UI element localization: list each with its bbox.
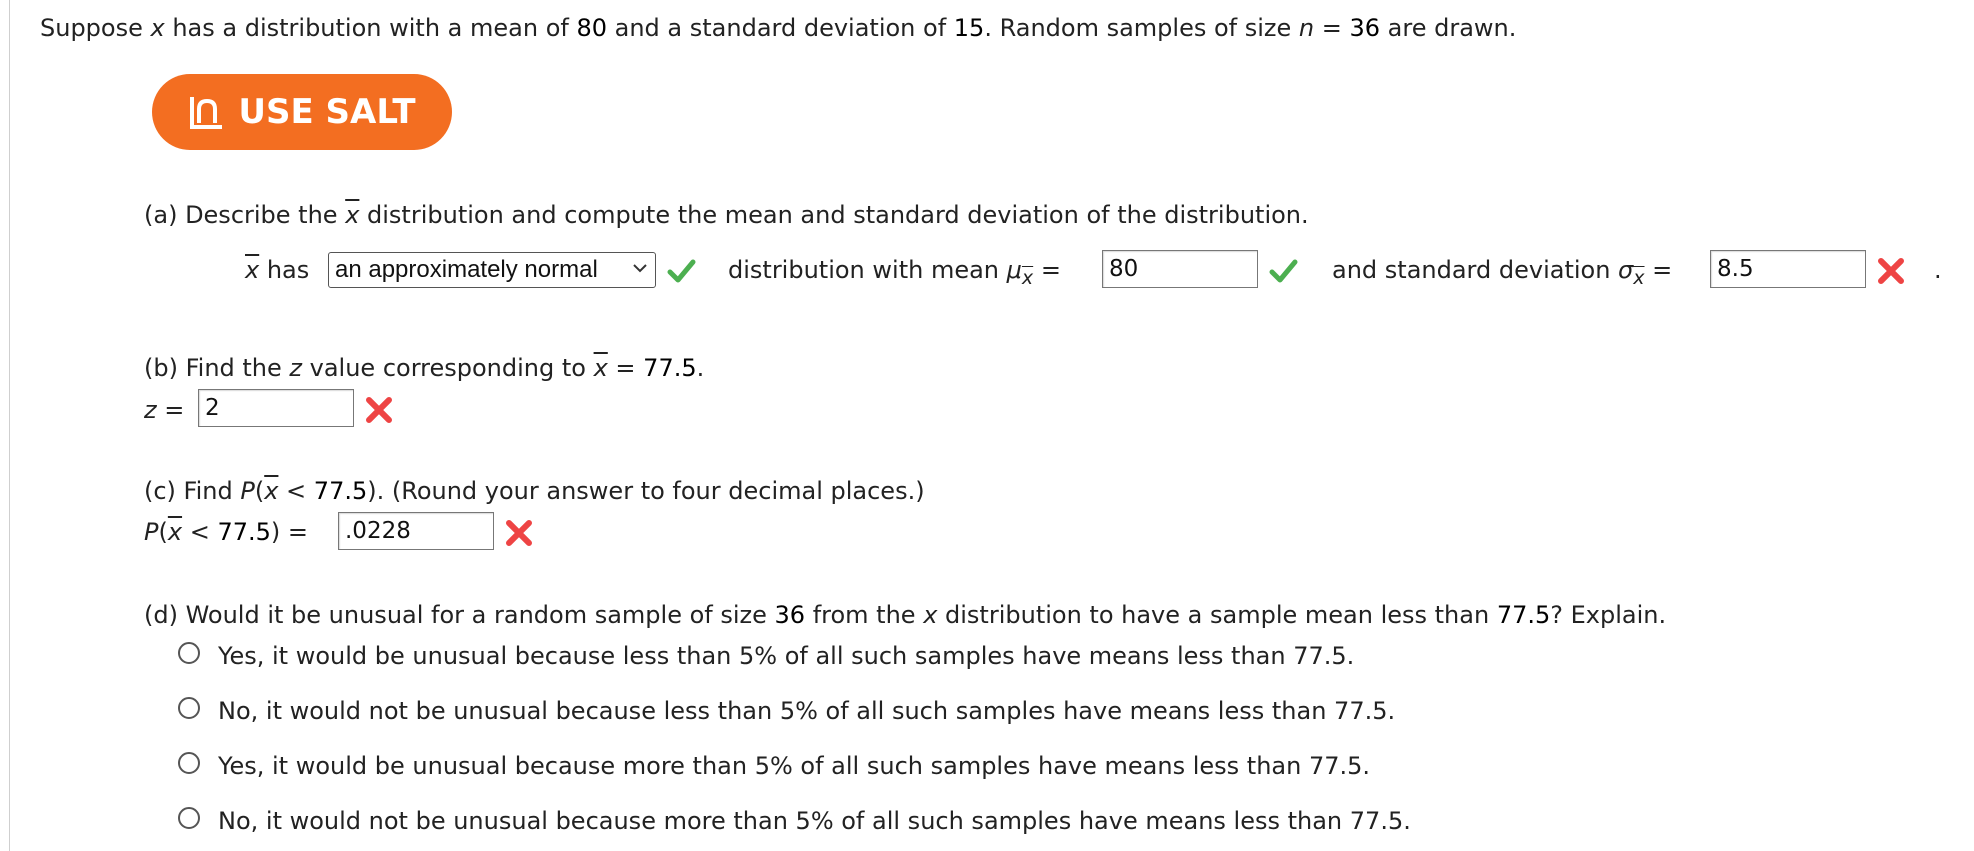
part-a-text: and standard deviation xyxy=(1332,256,1619,284)
part-c-prompt: (c) Find P(x < 77.5). (Round your answer… xyxy=(144,479,925,503)
equals-sign: = xyxy=(1652,256,1673,284)
part-d-value: 77.5 xyxy=(1496,601,1551,629)
given-mean: 80 xyxy=(576,14,607,42)
intro-text: has a distribution with a mean of xyxy=(164,14,577,42)
less-than: < xyxy=(182,518,218,546)
part-a-text: has xyxy=(259,256,310,284)
intro-text: are drawn. xyxy=(1380,14,1517,42)
xbar-symbol: x xyxy=(167,518,183,546)
cross-icon xyxy=(506,520,532,546)
part-d-text: distribution to have a sample mean less … xyxy=(937,601,1497,629)
sentence-period: . xyxy=(1934,256,1942,284)
part-d-n: 36 xyxy=(774,601,806,629)
part-a-text: distribution and compute the mean and st… xyxy=(359,201,1309,229)
z-label: z = xyxy=(144,398,184,422)
probability-input-value: .0228 xyxy=(345,518,411,544)
distribution-select-value: an approximately normal xyxy=(335,256,598,283)
part-a-prompt: (a) Describe the x distribution and comp… xyxy=(144,203,1309,227)
xbar-symbol: x xyxy=(264,477,279,505)
z-input[interactable]: 2 xyxy=(198,389,354,427)
use-salt-label: USE SALT xyxy=(238,92,416,132)
part-d-text: from the xyxy=(805,601,924,629)
radio-option-4[interactable] xyxy=(178,807,200,829)
part-c-text: ). (Round your answer to four decimal pl… xyxy=(367,477,925,505)
probability-label: P(x < 77.5) = xyxy=(144,520,308,544)
part-a-text: distribution with mean xyxy=(728,256,1007,284)
xbar-symbol: x xyxy=(593,354,608,382)
radio-option-2-label: No, it would not be unusual because less… xyxy=(218,697,1396,725)
z-input-value: 2 xyxy=(205,395,220,421)
mean-label: distribution with mean μx = xyxy=(728,258,1061,288)
part-d-text: (d) Would it be unusual for a random sam… xyxy=(144,601,775,629)
distribution-select[interactable]: an approximately normal xyxy=(328,252,656,288)
radio-option-1-label: Yes, it would be unusual because less th… xyxy=(218,642,1355,670)
part-c-value: 77.5 xyxy=(217,518,271,546)
cross-icon xyxy=(366,397,392,423)
part-b-text: (b) Find the xyxy=(144,354,290,382)
xbar-symbol: x xyxy=(345,201,360,229)
part-b-prompt: (b) Find the z value corresponding to x … xyxy=(144,356,704,380)
part-b-text: value corresponding to xyxy=(302,354,594,382)
given-sd: 15 xyxy=(953,14,985,42)
chevron-down-icon xyxy=(633,264,647,273)
paren: ( xyxy=(158,518,168,546)
z-symbol: z xyxy=(289,354,303,382)
xbar-symbol: x xyxy=(245,256,260,284)
part-a-row-label: x has xyxy=(245,258,309,282)
equals-sign: = xyxy=(1040,256,1061,284)
part-b-text: . xyxy=(696,354,705,382)
sd-label: and standard deviation σx = xyxy=(1332,258,1672,288)
p-symbol: P xyxy=(144,518,159,546)
xbar-subscript: x xyxy=(1021,267,1034,289)
intro-text: = xyxy=(1314,14,1350,42)
checkmark-icon xyxy=(1269,259,1298,283)
mean-input[interactable]: 80 xyxy=(1102,250,1258,288)
checkmark-icon xyxy=(667,259,696,283)
sd-input-value: 8.5 xyxy=(1717,256,1754,282)
equals-sign: = xyxy=(164,396,185,424)
part-b-text: = xyxy=(607,354,644,382)
part-c-text: (c) Find xyxy=(144,477,241,505)
part-d-prompt: (d) Would it be unusual for a random sam… xyxy=(144,603,1666,627)
intro-text: Suppose xyxy=(40,14,151,42)
radio-option-4-label: No, it would not be unusual because more… xyxy=(218,807,1411,835)
radio-option-1[interactable] xyxy=(178,642,200,664)
sigma-symbol: σ xyxy=(1618,256,1634,284)
part-c-value: 77.5 xyxy=(313,477,368,505)
mean-input-value: 80 xyxy=(1109,256,1139,282)
part-b-value: 77.5 xyxy=(643,354,697,382)
cross-icon xyxy=(1878,258,1904,284)
xbar-subscript: x xyxy=(1633,267,1645,289)
radio-option-3[interactable] xyxy=(178,752,200,774)
problem-statement: Suppose x has a distribution with a mean… xyxy=(40,16,1516,40)
page-left-border xyxy=(9,0,10,851)
var-n: n xyxy=(1298,14,1315,42)
var-x: x xyxy=(150,14,165,42)
equals-sign: ) = xyxy=(270,518,308,546)
given-n: 36 xyxy=(1349,14,1381,42)
use-salt-button[interactable]: USE SALT xyxy=(152,74,452,150)
part-a-text: (a) Describe the xyxy=(144,201,346,229)
sd-input[interactable]: 8.5 xyxy=(1710,250,1866,288)
intro-text: . Random samples of size xyxy=(984,14,1299,42)
less-than: < xyxy=(278,477,314,505)
z-symbol: z xyxy=(144,396,157,424)
probability-input[interactable]: .0228 xyxy=(338,512,494,550)
var-x: x xyxy=(923,601,938,629)
paren: ( xyxy=(254,477,265,505)
intro-text: and a standard deviation of xyxy=(607,14,954,42)
part-d-text: ? Explain. xyxy=(1550,601,1667,629)
mu-symbol: μ xyxy=(1006,256,1022,284)
radio-option-2[interactable] xyxy=(178,697,200,719)
p-symbol: P xyxy=(240,477,255,505)
radio-option-3-label: Yes, it would be unusual because more th… xyxy=(218,752,1371,780)
salt-chart-icon xyxy=(190,97,223,129)
